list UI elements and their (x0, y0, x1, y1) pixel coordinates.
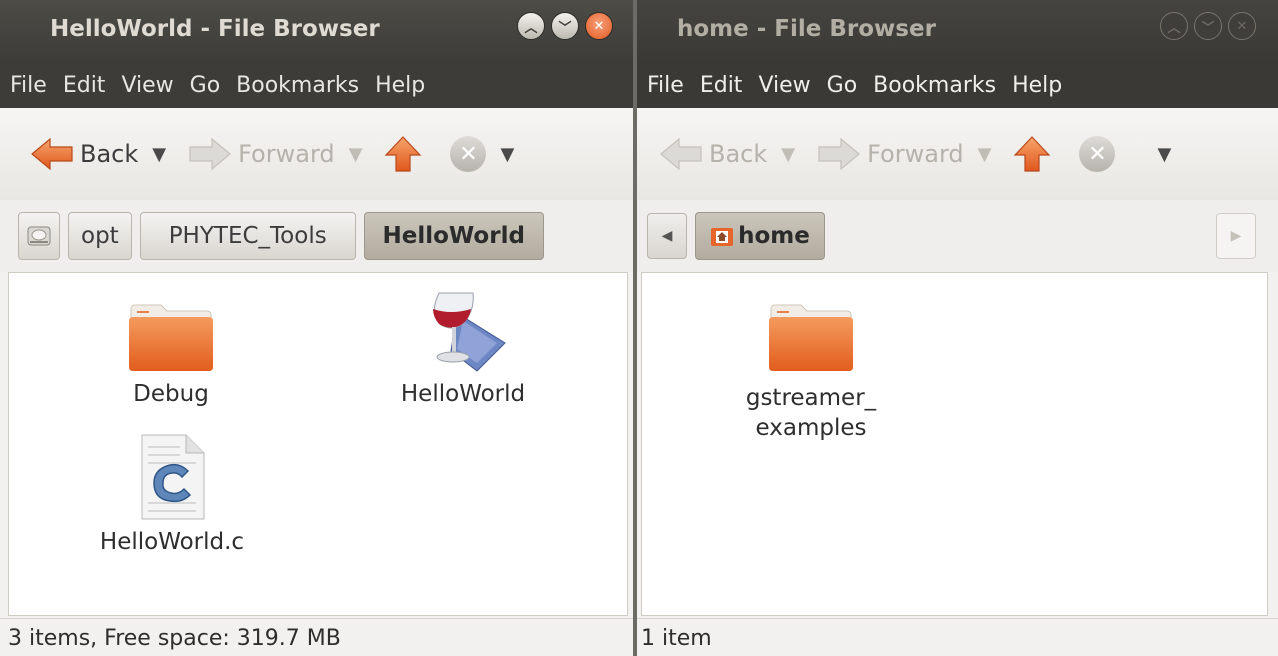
pathbar-scroll-right-button[interactable]: ▶ (1216, 213, 1256, 259)
menu-edit[interactable]: Edit (700, 73, 743, 98)
menu-go[interactable]: Go (190, 73, 221, 98)
file-label: HelloWorld.c (99, 529, 245, 555)
menu-bar: File Edit View Go Bookmarks Help (637, 62, 1278, 108)
crumb-opt[interactable]: opt (68, 212, 132, 260)
pathbar-scroll-left-button[interactable]: ◀ (647, 213, 687, 259)
status-bar: 1 item (637, 618, 1278, 656)
menu-file[interactable]: File (647, 73, 684, 98)
window-title: HelloWorld - File Browser (50, 16, 380, 42)
wine-executable-icon (433, 292, 506, 372)
maximize-icon[interactable]: ﹀ (1194, 12, 1222, 40)
menu-edit[interactable]: Edit (63, 73, 106, 98)
file-item-helloworld-c[interactable]: HelloWorld.c (87, 433, 257, 557)
crumb-phytec-tools[interactable]: PHYTEC_Tools (139, 212, 356, 260)
menu-view[interactable]: View (121, 73, 173, 98)
stop-icon[interactable]: ✕ (1079, 136, 1116, 172)
file-label-line-1: gstreamer_ (745, 385, 877, 411)
crumb-home-label: home (738, 223, 810, 249)
home-folder-icon (711, 228, 734, 246)
back-button[interactable]: Back (659, 137, 767, 171)
crumb-filesystem[interactable] (18, 212, 60, 260)
menu-view[interactable]: View (758, 73, 810, 98)
menu-bookmarks[interactable]: Bookmarks (236, 73, 359, 98)
back-label: Back (709, 140, 768, 168)
window-title: home - File Browser (677, 16, 936, 42)
forward-history-dropdown[interactable]: ▼ (978, 144, 992, 165)
menu-bookmarks[interactable]: Bookmarks (873, 73, 996, 98)
back-button[interactable]: Back (30, 137, 138, 171)
toolbar: Back ▼ Forward ▼ ✕ ▼ (0, 108, 633, 201)
crumb-helloworld[interactable]: HelloWorld (363, 212, 544, 260)
minimize-icon[interactable]: ︿ (1160, 12, 1188, 40)
folder-icon (129, 304, 213, 371)
file-view[interactable]: gstreamer_ examples (641, 272, 1268, 616)
status-bar: 3 items, Free space: 319.7 MB (0, 618, 633, 656)
toolbar-more-dropdown[interactable]: ▼ (500, 144, 514, 165)
title-bar[interactable]: home - File Browser ︿ ﹀ ✕ (637, 0, 1278, 62)
file-browser-window-helloworld: HelloWorld - File Browser ︿ ﹀ ✕ File Edi… (0, 0, 633, 656)
window-controls: ︿ ﹀ ✕ (517, 12, 613, 40)
location-pathbar: ◀ home ▶ (637, 200, 1278, 272)
file-label: HelloWorld (400, 381, 526, 407)
forward-label: Forward (867, 140, 964, 168)
menu-bar: File Edit View Go Bookmarks Help (0, 62, 633, 108)
forward-button[interactable]: Forward (817, 137, 964, 171)
forward-arrow-icon (189, 137, 232, 171)
toolbar-more-dropdown[interactable]: ▼ (1157, 144, 1171, 165)
forward-button[interactable]: Forward (188, 137, 335, 171)
file-item-gstreamer-examples[interactable]: gstreamer_ examples (726, 303, 896, 443)
crumb-home[interactable]: home (695, 212, 825, 260)
file-view[interactable]: Debug HelloWorld HelloWorld.c (8, 272, 628, 616)
menu-file[interactable]: File (10, 73, 47, 98)
file-label: Debug (133, 381, 209, 407)
forward-label: Forward (238, 140, 335, 168)
toolbar: Back ▼ Forward ▼ ✕ ▼ (637, 108, 1278, 201)
menu-go[interactable]: Go (827, 73, 858, 98)
maximize-icon[interactable]: ﹀ (551, 12, 579, 40)
stop-icon[interactable]: ✕ (450, 136, 487, 172)
back-arrow-icon (31, 137, 73, 171)
minimize-icon[interactable]: ︿ (517, 12, 545, 40)
forward-history-dropdown[interactable]: ▼ (349, 144, 363, 165)
harddisk-icon (27, 226, 51, 246)
file-item-helloworld-exe[interactable]: HelloWorld (401, 291, 525, 409)
back-history-dropdown[interactable]: ▼ (781, 144, 795, 165)
window-controls: ︿ ﹀ ✕ (1160, 12, 1256, 40)
file-browser-window-home: home - File Browser ︿ ﹀ ✕ File Edit View… (637, 0, 1278, 656)
c-source-file-icon (141, 434, 205, 520)
folder-icon (769, 304, 853, 371)
file-label-line-2: examples (755, 415, 867, 441)
back-history-dropdown[interactable]: ▼ (152, 144, 166, 165)
back-label: Back (80, 140, 139, 168)
file-item-debug[interactable]: Debug (109, 303, 233, 409)
title-bar[interactable]: HelloWorld - File Browser ︿ ﹀ ✕ (0, 0, 633, 62)
menu-help[interactable]: Help (375, 73, 425, 98)
back-arrow-icon (660, 137, 702, 171)
up-arrow-icon[interactable] (1013, 135, 1051, 173)
location-pathbar: opt PHYTEC_Tools HelloWorld (0, 200, 633, 272)
close-icon[interactable]: ✕ (1228, 12, 1256, 40)
up-arrow-icon[interactable] (384, 135, 422, 173)
close-icon[interactable]: ✕ (585, 12, 613, 40)
forward-arrow-icon (818, 137, 861, 171)
menu-help[interactable]: Help (1012, 73, 1062, 98)
